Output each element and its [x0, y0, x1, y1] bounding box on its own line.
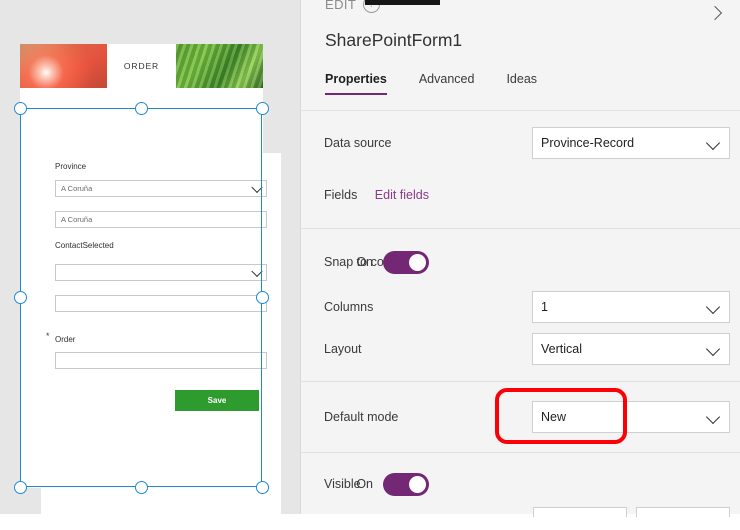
panel-tabs[interactable]: Properties Advanced Ideas: [325, 72, 537, 95]
resize-handle-top-center[interactable]: [135, 102, 148, 115]
toggle-snap-to-columns-state: On: [356, 255, 373, 269]
toggle-knob: [409, 475, 426, 493]
app-header-title: ORDER: [107, 44, 176, 88]
tomato-photo-icon: [20, 44, 107, 88]
section-divider-1: [300, 228, 740, 229]
tabs-divider: [300, 110, 740, 111]
property-row-visible[interactable]: Visible On: [0, 461, 440, 507]
dropdown-layout[interactable]: Vertical: [532, 333, 730, 365]
dropdown-columns-value: 1: [541, 300, 548, 314]
tab-advanced[interactable]: Advanced: [419, 72, 475, 95]
dropdown-default-mode-value: New: [541, 410, 567, 424]
toggle-visible-state: On: [356, 477, 373, 491]
property-row-default-mode[interactable]: Default mode New: [0, 394, 730, 440]
window-top-strip: [365, 0, 440, 5]
dropdown-data-source[interactable]: Province-Record: [532, 127, 730, 159]
property-row-data-source[interactable]: Data source Province-Record: [0, 120, 730, 166]
toggle-visible-wrap[interactable]: On: [356, 472, 429, 496]
property-row-columns[interactable]: Columns 1: [0, 284, 730, 330]
chevron-down-icon: [705, 409, 721, 425]
label-default-mode: Default mode: [324, 410, 399, 424]
toggle-visible[interactable]: [383, 472, 429, 496]
edit-fields-link[interactable]: Edit fields: [375, 188, 429, 202]
chevron-down-icon: [705, 135, 721, 151]
partial-input-left[interactable]: [533, 507, 627, 517]
dropdown-columns[interactable]: 1: [532, 291, 730, 323]
chevron-down-icon: [705, 299, 721, 315]
label-layout: Layout: [324, 342, 362, 356]
chevron-right-icon[interactable]: [708, 5, 724, 21]
resize-handle-top-right[interactable]: [256, 102, 269, 115]
toggle-snap-to-columns-wrap[interactable]: On: [356, 250, 429, 274]
label-data-source: Data source: [324, 136, 392, 150]
green-leaves-photo-icon: [176, 44, 263, 88]
section-divider-3: [300, 452, 740, 453]
page-title: SharePointForm1: [325, 30, 463, 50]
partial-input-right[interactable]: [636, 507, 730, 517]
property-row-layout[interactable]: Layout Vertical: [0, 326, 730, 372]
section-divider-2: [300, 381, 740, 382]
chevron-down-icon: [705, 341, 721, 357]
dropdown-layout-value: Vertical: [541, 342, 582, 356]
tab-properties[interactable]: Properties: [325, 72, 387, 95]
tab-ideas[interactable]: Ideas: [506, 72, 537, 95]
label-visible: Visible: [324, 477, 361, 491]
dropdown-data-source-value: Province-Record: [541, 136, 635, 150]
property-row-fields[interactable]: Fields Edit fields: [0, 172, 440, 218]
label-columns: Columns: [324, 300, 374, 314]
dropdown-default-mode[interactable]: New: [532, 401, 730, 433]
toggle-snap-to-columns[interactable]: [383, 250, 429, 274]
label-fields: Fields: [324, 188, 358, 202]
breadcrumb-label: EDIT: [325, 0, 357, 12]
property-row-snap-to-columns[interactable]: Snap to columns On: [0, 239, 440, 285]
app-screen-header: ORDER: [20, 44, 263, 88]
resize-handle-top-left[interactable]: [14, 102, 27, 115]
toggle-knob: [409, 253, 426, 271]
